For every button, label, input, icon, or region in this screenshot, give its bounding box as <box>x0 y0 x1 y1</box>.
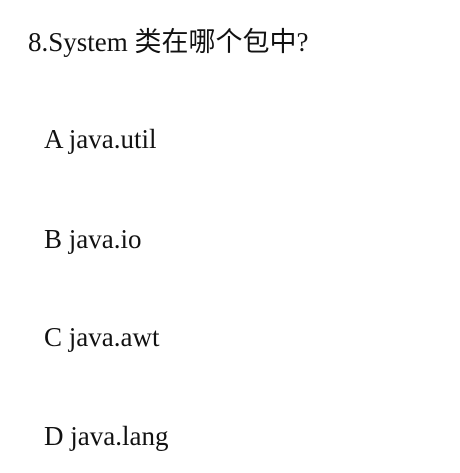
option-c: C java.awt <box>44 322 160 352</box>
option-d: D java.lang <box>44 421 169 451</box>
option-b: B java.io <box>44 224 142 254</box>
option-a: A java.util <box>44 124 157 154</box>
question-text: 8.System 类在哪个包中? <box>28 27 309 57</box>
